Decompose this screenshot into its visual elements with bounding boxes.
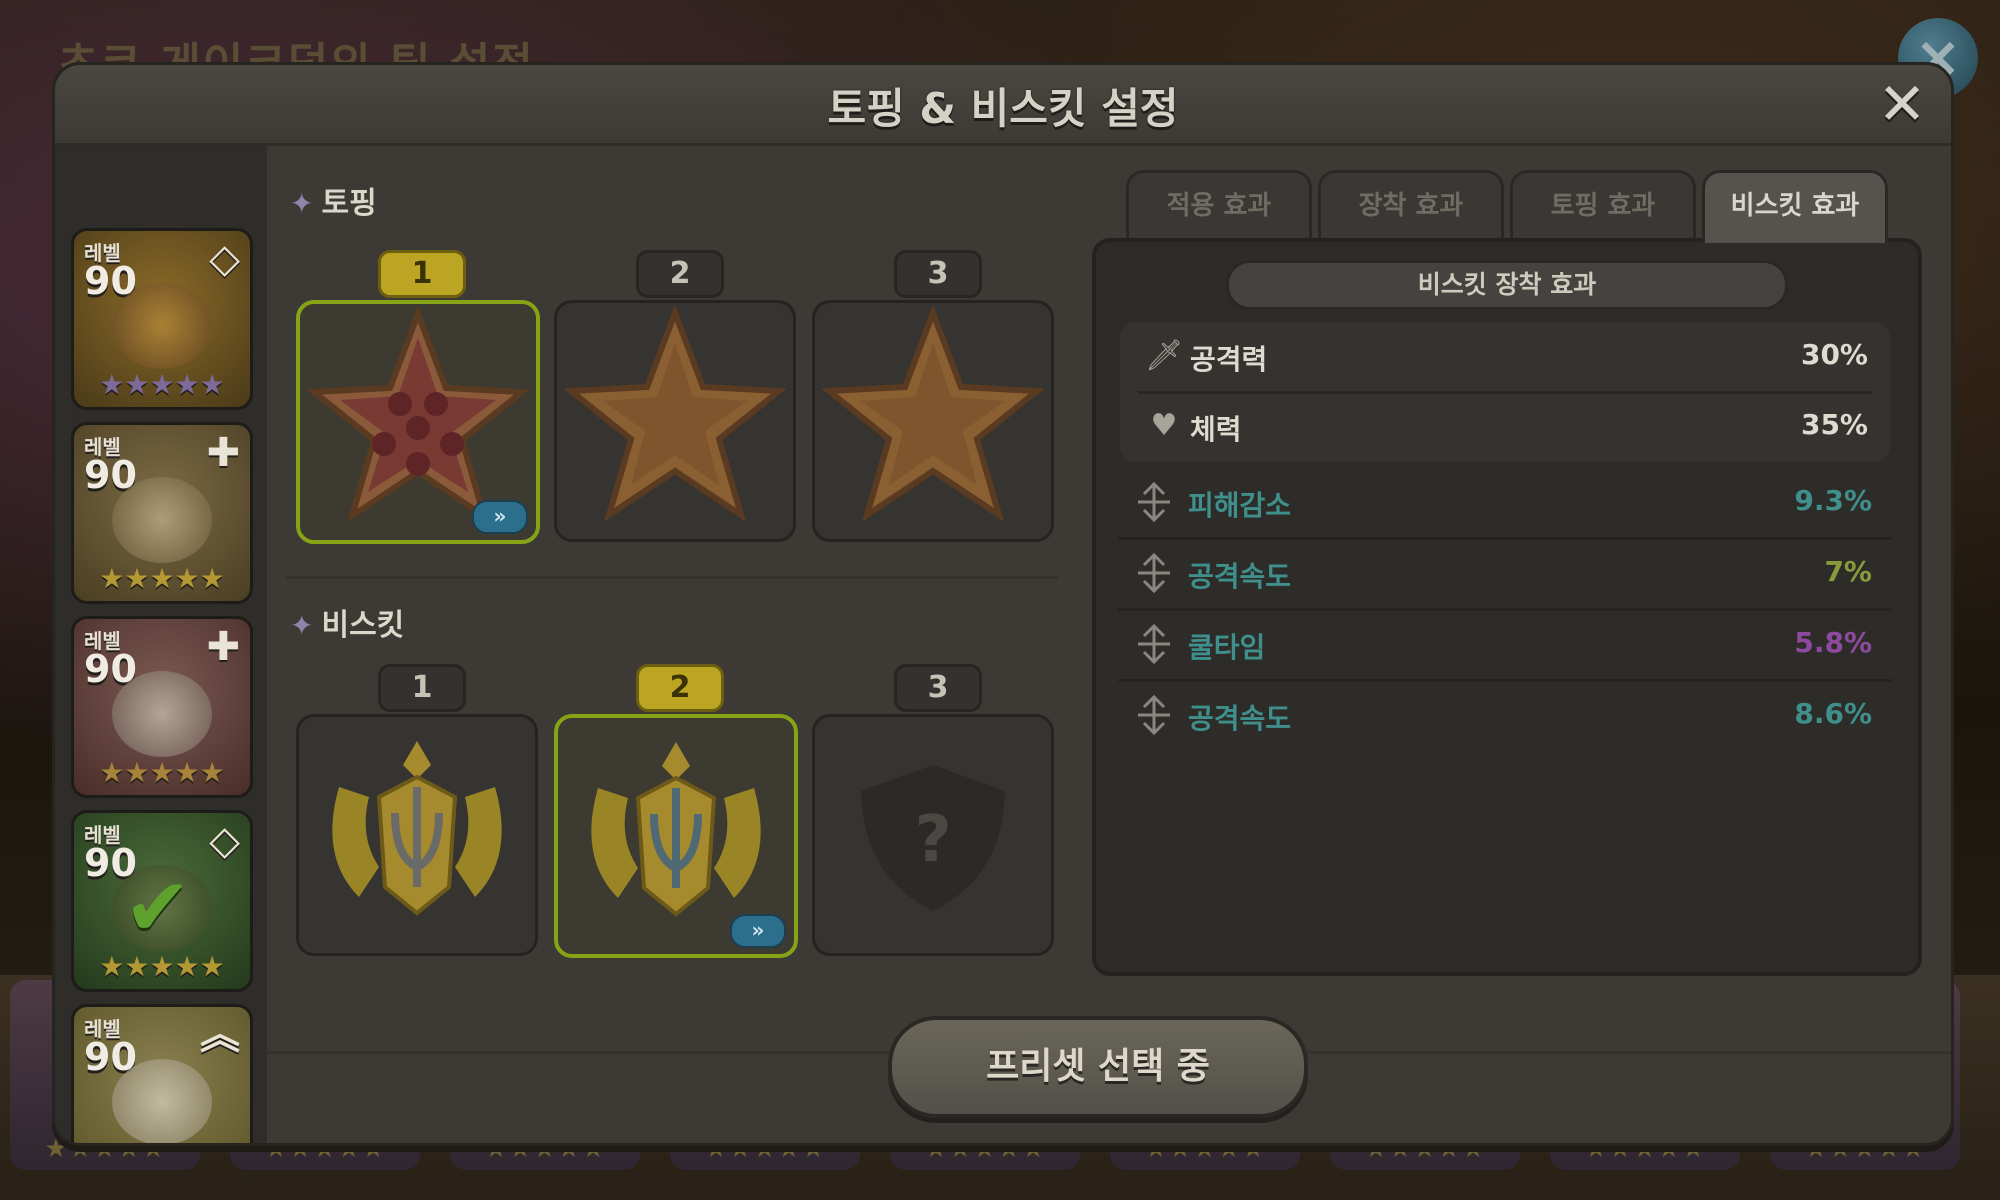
plus-icon: ✚ xyxy=(206,624,240,670)
upgrade-arrow-icon: » xyxy=(730,914,786,948)
effects-header: 비스킷 장착 효과 xyxy=(1226,260,1788,310)
cookie-sidebar: 레벨 90 ◇ ★★★★★ 레벨 90 ✚ ★★★★★ 레벨 90 ✚ ★★★★… xyxy=(55,146,267,1143)
cookie-portrait xyxy=(112,671,212,757)
substat-row: 공격속도 7% xyxy=(1118,539,1892,607)
topping-slot-empty[interactable] xyxy=(554,300,796,542)
substat-row: 쿨타임 5.8% xyxy=(1118,610,1892,678)
stat-value: 35% xyxy=(1800,408,1868,441)
heart-icon: ♥ xyxy=(1150,408,1178,443)
dialog-header: 토핑 & 비스킷 설정 ✕ xyxy=(55,65,1951,146)
biscuit-slot-number: 2 xyxy=(636,664,724,712)
preset-select-button[interactable]: 프리셋 선택 중 xyxy=(888,1016,1308,1118)
biscuit-slot-locked[interactable]: ? xyxy=(812,714,1054,956)
biscuit-slot[interactable] xyxy=(296,714,538,956)
topping-slot-number: 2 xyxy=(636,250,724,298)
section-divider xyxy=(286,576,1058,579)
substat-label: 피해감소 xyxy=(1188,489,1292,522)
biscuits-heading: ✦ 비스킷 xyxy=(290,600,404,644)
substat-label: 공격속도 xyxy=(1188,560,1292,593)
double-chevron-up-icon: ︽ xyxy=(200,1012,240,1058)
cookie-card[interactable]: 레벨 90 ◇ ★★★★★ xyxy=(71,228,253,410)
sparkle-icon: ✦ xyxy=(290,187,314,220)
tab-biscuit-effects[interactable]: 비스킷 효과 xyxy=(1702,170,1888,243)
cookie-card[interactable]: 레벨 90 ✚ ★★★★★ xyxy=(71,616,253,798)
diamond-icon: ◇ xyxy=(209,236,240,282)
topping-slot-empty[interactable] xyxy=(812,300,1054,542)
tab-topping-effects[interactable]: 토핑 효과 xyxy=(1510,170,1696,239)
close-icon[interactable]: ✕ xyxy=(1871,73,1933,135)
biscuit-slot-number: 1 xyxy=(378,664,466,712)
substat-value: 9.3% xyxy=(1794,484,1872,517)
biscuits-heading-label: 비스킷 xyxy=(321,608,405,643)
star-rating: ★★★★★ xyxy=(99,756,225,789)
substat-label: 쿨타임 xyxy=(1188,631,1266,664)
topping-slot-number: 3 xyxy=(894,250,982,298)
substat-value: 8.6% xyxy=(1794,697,1872,730)
biscuit-slot-number: 3 xyxy=(894,664,982,712)
substat-label: 공격속도 xyxy=(1188,702,1292,735)
topping-slot[interactable]: » xyxy=(296,300,540,544)
stat-value: 30% xyxy=(1800,338,1868,371)
substat-arrows-icon xyxy=(1138,552,1170,594)
cookie-card[interactable]: 레벨 90 ◇ ✔ ★★★★★ xyxy=(71,810,253,992)
substat-row: 피해감소 9.3% xyxy=(1118,468,1892,536)
star-rating: ★★★★★ xyxy=(99,368,225,401)
toppings-heading-label: 토핑 xyxy=(321,186,377,221)
star-rating: ★★★★★ xyxy=(99,950,225,983)
dialog-title: 토핑 & 비스킷 설정 xyxy=(827,84,1179,133)
tab-equip-effects[interactable]: 장착 효과 xyxy=(1318,170,1504,239)
tab-applied-effects[interactable]: 적용 효과 xyxy=(1126,170,1312,239)
empty-topping-star-icon xyxy=(820,304,1046,523)
topping-slot-number: 1 xyxy=(378,250,466,298)
substat-arrows-icon xyxy=(1138,481,1170,523)
upgrade-arrow-icon: » xyxy=(472,500,528,534)
cookie-portrait xyxy=(112,1059,212,1143)
stat-label: 공격력 xyxy=(1190,343,1268,376)
cookie-card[interactable]: 레벨 90 ︽ ★★★★★ xyxy=(71,1004,253,1146)
stat-label: 체력 xyxy=(1190,413,1242,446)
biscuit-slot[interactable]: » xyxy=(554,714,798,958)
star-rating: ★★★★★ xyxy=(74,1144,250,1146)
sword-icon: 🗡 xyxy=(1144,338,1184,373)
trident-biscuit-icon xyxy=(332,741,502,916)
empty-topping-star-icon xyxy=(562,304,788,523)
substat-row: 공격속도 8.6% xyxy=(1118,681,1892,749)
substat-arrows-icon xyxy=(1138,694,1170,736)
diamond-icon: ◇ xyxy=(209,818,240,864)
sparkle-icon: ✦ xyxy=(290,609,314,642)
cookie-portrait xyxy=(112,477,212,563)
stat-row: ♥ 체력 35% xyxy=(1130,394,1882,460)
checkmark-icon: ✔ xyxy=(124,861,192,954)
star-rating: ★★★★★ xyxy=(99,562,225,595)
substat-value: 5.8% xyxy=(1794,626,1872,659)
plus-icon: ✚ xyxy=(206,430,240,476)
cookie-portrait xyxy=(112,283,212,369)
question-mark-icon: ? xyxy=(914,803,952,877)
toppings-heading: ✦ 토핑 xyxy=(290,178,377,222)
substat-arrows-icon xyxy=(1138,623,1170,665)
stat-row: 🗡 공격력 30% xyxy=(1130,324,1882,390)
substat-value: 7% xyxy=(1824,555,1872,588)
cookie-card[interactable]: 레벨 90 ✚ ★★★★★ xyxy=(71,422,253,604)
